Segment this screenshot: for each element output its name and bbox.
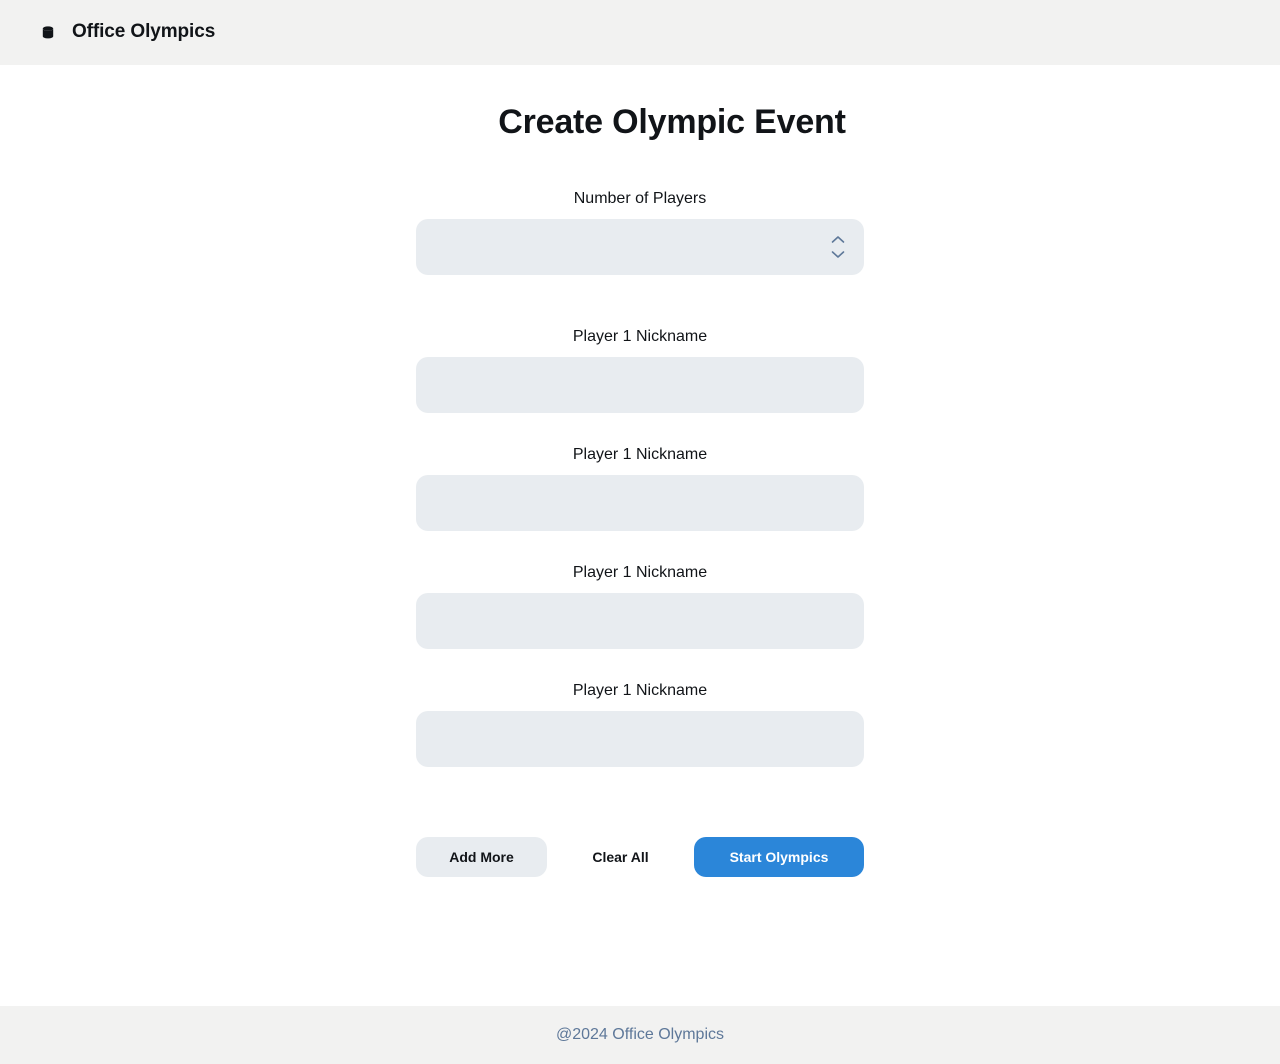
player-nickname-label: Player 1 Nickname [572, 682, 708, 699]
player-nickname-input[interactable] [416, 357, 864, 413]
player-nickname-input[interactable] [416, 593, 864, 649]
number-of-players-input[interactable] [416, 219, 864, 275]
player-nickname-field: Player 1 Nickname [416, 327, 864, 413]
top-header: Office Olympics [0, 0, 1280, 65]
clear-all-button[interactable]: Clear All [555, 837, 686, 877]
app-root: Office Olympics Create Olympic Event Num… [0, 0, 1280, 1064]
player-nickname-input[interactable] [416, 475, 864, 531]
page-title: Create Olympic Event [498, 103, 846, 141]
number-of-players-select-wrapper [416, 219, 864, 275]
player-nickname-label: Player 1 Nickname [572, 564, 708, 581]
player-nickname-field: Player 1 Nickname [416, 681, 864, 767]
app-title[interactable]: Office Olympics [72, 20, 215, 44]
player-nickname-field: Player 1 Nickname [416, 445, 864, 531]
player-nickname-label: Player 1 Nickname [572, 328, 708, 345]
add-more-button[interactable]: Add More [416, 837, 547, 877]
page-footer: @2024 Office Olympics [0, 1006, 1280, 1064]
chevron-up-down-icon[interactable] [830, 234, 846, 260]
player-nickname-field: Player 1 Nickname [416, 563, 864, 649]
database-icon [41, 25, 55, 39]
footer-copyright: @2024 Office Olympics [555, 1026, 724, 1043]
player-nickname-input[interactable] [416, 711, 864, 767]
number-of-players-label: Number of Players [573, 190, 707, 207]
player-nickname-label: Player 1 Nickname [572, 446, 708, 463]
start-olympics-button[interactable]: Start Olympics [694, 837, 864, 877]
number-of-players-field: Number of Players [416, 189, 864, 275]
